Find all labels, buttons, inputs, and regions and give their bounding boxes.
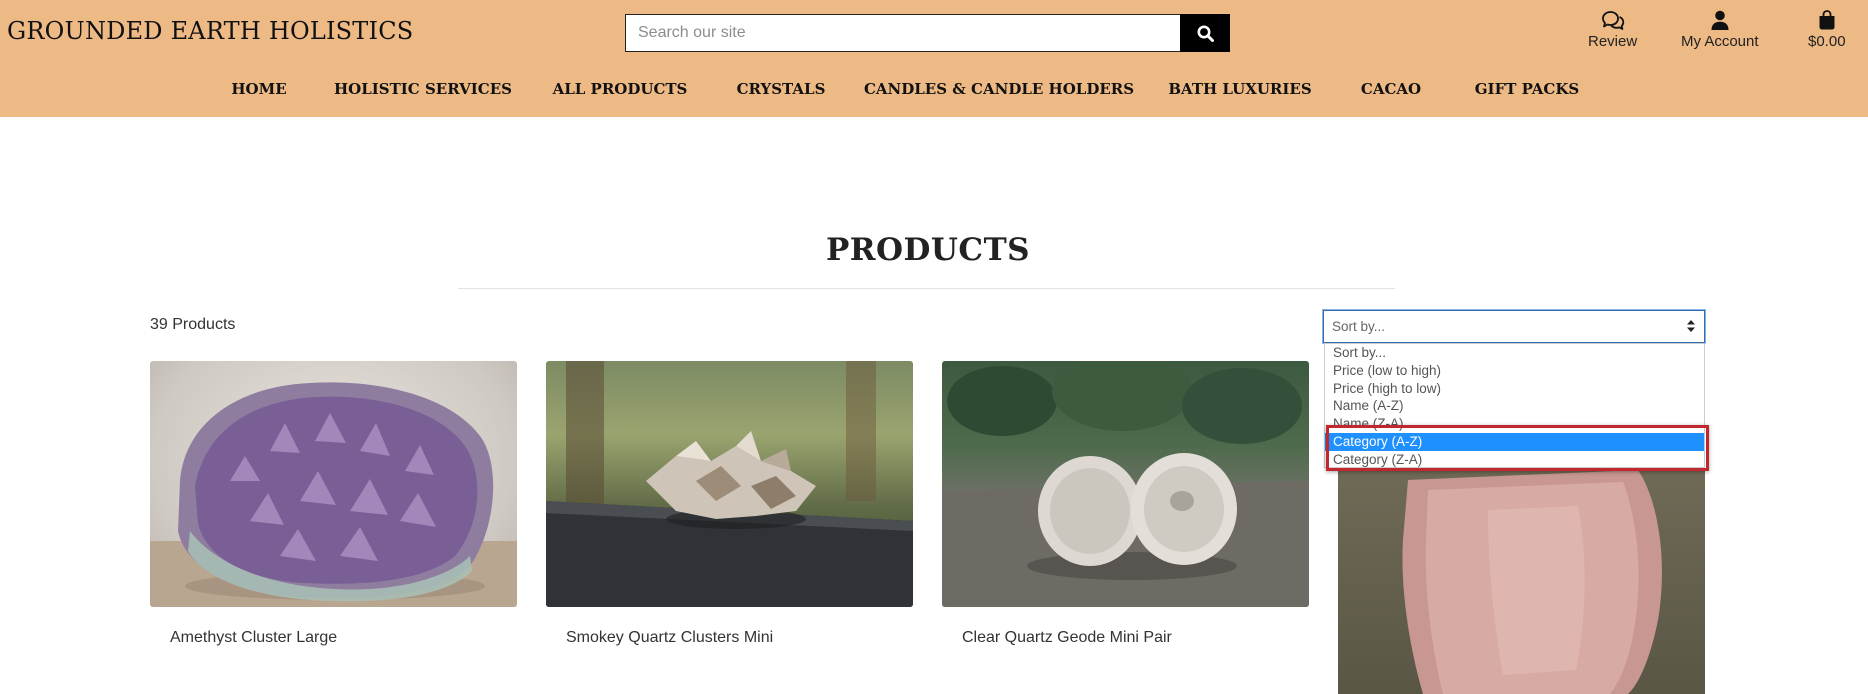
title-divider: [458, 288, 1395, 289]
sort-option[interactable]: Name (Z-A): [1325, 415, 1704, 433]
user-icon: [1711, 10, 1729, 30]
sort-option[interactable]: Sort by...: [1325, 344, 1704, 362]
smokey-quartz-photo: [546, 361, 913, 607]
nav-crystals[interactable]: CRYSTALS: [737, 80, 826, 98]
product-name[interactable]: Clear Quartz Geode Mini Pair: [942, 629, 1309, 647]
sort-select-value: Sort by...: [1332, 319, 1386, 334]
sort-select[interactable]: Sort by...: [1323, 310, 1705, 343]
product-image-amethyst[interactable]: [150, 361, 517, 607]
sort-option-highlighted[interactable]: Category (A-Z): [1325, 432, 1704, 451]
my-account-link[interactable]: My Account: [1681, 10, 1759, 50]
sort-option[interactable]: Price (low to high): [1325, 362, 1704, 380]
search-form: [625, 14, 1230, 52]
product-name[interactable]: Amethyst Cluster Large: [150, 629, 517, 647]
product-image-clear-quartz-geode[interactable]: [942, 361, 1309, 607]
search-button[interactable]: [1180, 14, 1230, 52]
amethyst-photo: [150, 382, 517, 607]
shopping-bag-icon: [1819, 10, 1835, 30]
search-input[interactable]: [625, 14, 1180, 52]
nav-gift-packs[interactable]: GIFT PACKS: [1475, 80, 1580, 98]
nav-bath-luxuries[interactable]: BATH LUXURIES: [1168, 80, 1311, 98]
chat-bubbles-icon: [1601, 11, 1624, 30]
page-title: PRODUCTS: [825, 232, 1031, 268]
nav-home[interactable]: HOME: [231, 80, 286, 98]
sort-arrows-icon: [1687, 320, 1695, 332]
product-image-smokey-quartz[interactable]: [546, 361, 913, 607]
sort-dropdown-list: Sort by... Price (low to high) Price (hi…: [1324, 343, 1705, 468]
product-count: 39 Products: [150, 316, 236, 333]
sort-option[interactable]: Category (Z-A): [1325, 451, 1704, 469]
product-card[interactable]: Clear Quartz Geode Mini Pair: [942, 361, 1309, 647]
site-header: GROUNDED EARTH HOLISTICS Review My Accou…: [0, 0, 1868, 117]
product-card[interactable]: Amethyst Cluster Large: [150, 361, 517, 647]
review-link[interactable]: Review: [1588, 10, 1637, 50]
my-account-label: My Account: [1681, 33, 1759, 50]
product-image-pink-crystal[interactable]: [1338, 470, 1705, 694]
sort-option[interactable]: Price (high to low): [1325, 380, 1704, 398]
product-card[interactable]: Smokey Quartz Clusters Mini: [546, 361, 913, 647]
nav-holistic-services[interactable]: HOLISTIC SERVICES: [334, 80, 512, 98]
nav-candles[interactable]: CANDLES & CANDLE HOLDERS: [864, 80, 1134, 98]
nav-cacao[interactable]: CACAO: [1361, 80, 1421, 98]
search-icon: [1197, 25, 1214, 42]
shopping-bag-link[interactable]: $0.00: [1808, 10, 1846, 50]
sort-option[interactable]: Name (A-Z): [1325, 397, 1704, 415]
brand-logo[interactable]: GROUNDED EARTH HOLISTICS: [7, 17, 413, 45]
geode-photo: [942, 361, 1309, 607]
bag-total: $0.00: [1808, 33, 1846, 50]
review-label: Review: [1588, 33, 1638, 50]
nav-all-products[interactable]: ALL PRODUCTS: [553, 80, 688, 98]
product-name[interactable]: Smokey Quartz Clusters Mini: [546, 629, 913, 647]
pink-crystal-photo: [1402, 470, 1662, 694]
